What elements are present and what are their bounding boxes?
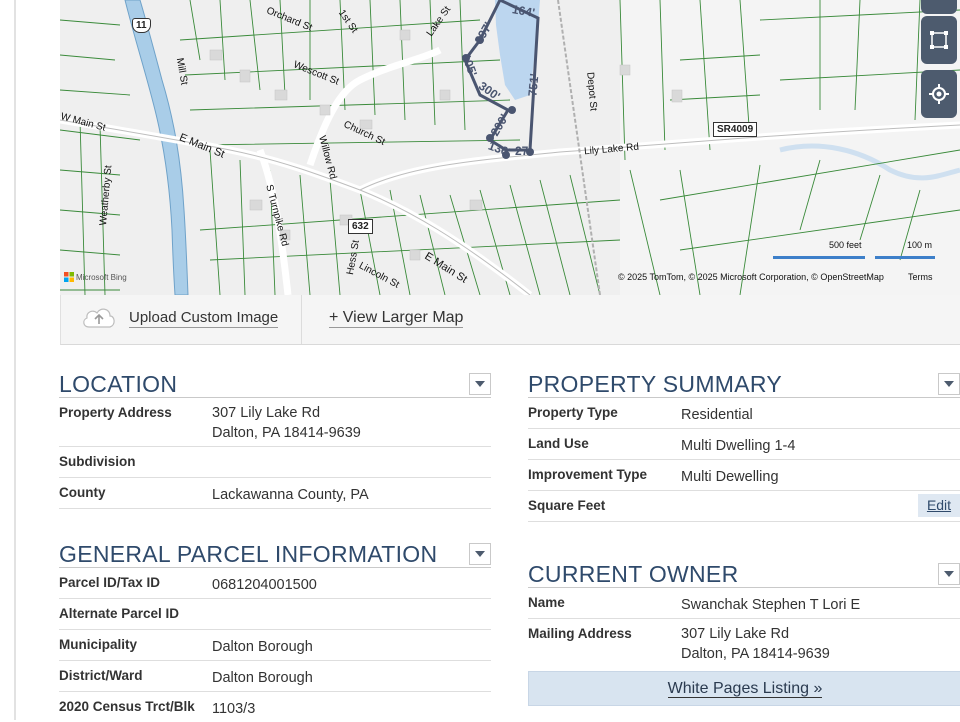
parcel-id-link[interactable]: 0681204001500 (212, 575, 317, 595)
county-row: County Lackawanna County, PA (59, 478, 491, 509)
map-draw-button[interactable] (921, 16, 957, 64)
current-owner-collapse-toggle[interactable] (938, 563, 960, 585)
view-larger-map-link[interactable]: + View Larger Map (329, 309, 464, 328)
scale-feet-label: 500 feet (829, 240, 862, 250)
parcel-section: GENERAL PARCEL INFORMATION Parcel ID/Tax… (59, 541, 491, 722)
municipality-row: Municipality Dalton Borough (59, 630, 491, 661)
improvement-type-value: Multi Dewelling (681, 469, 779, 485)
municipality-value: Dalton Borough (212, 639, 313, 655)
location-title: LOCATION (59, 371, 178, 397)
county-label: County (59, 485, 106, 500)
mailing-address-row: Mailing Address 307 Lily Lake Rd Dalton,… (528, 619, 960, 669)
property-address-line2: Dalton, PA 18414-9639 (212, 425, 361, 441)
land-use-value: Multi Dwelling 1-4 (681, 438, 796, 454)
alternate-parcel-id-row: Alternate Parcel ID (59, 599, 491, 630)
scale-bar-feet (773, 256, 865, 259)
square-feet-label: Square Feet (528, 498, 606, 513)
owner-name-label: Name (528, 595, 565, 610)
parcel-collapse-toggle[interactable] (469, 543, 491, 565)
improvement-type-label: Improvement Type (528, 467, 648, 482)
property-address-value: 307 Lily Lake Rd Dalton, PA 18414-9639 (212, 403, 361, 443)
district-ward-value: Dalton Borough (212, 670, 313, 686)
chevron-down-icon (944, 381, 954, 387)
owner-name-value: Swanchak Stephen T Lori E (681, 597, 861, 613)
square-feet-row: Square Feet Edit (528, 491, 960, 522)
property-address-row: Property Address 307 Lily Lake Rd Dalton… (59, 398, 491, 447)
district-ward-row: District/Ward Dalton Borough (59, 661, 491, 692)
map-terms-link[interactable]: Terms (908, 272, 933, 282)
parcel-map[interactable]: Orchard St 1st St Lake St Mill St Wescot… (60, 0, 960, 295)
upload-custom-image-label: Upload Custom Image (129, 308, 279, 328)
sr4009-shield: SR4009 (713, 122, 758, 137)
map-toolbar: Upload Custom Image + View Larger Map (60, 295, 960, 345)
draw-polygon-icon (930, 31, 948, 49)
subdivision-row: Subdivision (59, 447, 491, 478)
census-tract-label: 2020 Census Trct/Blk (59, 699, 195, 714)
property-summary-section: PROPERTY SUMMARY Property Type Residenti… (528, 371, 960, 522)
location-section: LOCATION Property Address 307 Lily Lake … (59, 371, 491, 509)
property-type-row: Property Type Residential (528, 398, 960, 429)
parcel-id-row: Parcel ID/Tax ID 0681204001500 (59, 568, 491, 599)
property-type-label: Property Type (528, 405, 618, 420)
land-use-row: Land Use Multi Dwelling 1-4 (528, 429, 960, 460)
map-locate-button[interactable] (921, 70, 957, 118)
mailing-address-line1: 307 Lily Lake Rd (681, 626, 790, 642)
microsoft-logo-icon (64, 272, 74, 282)
map-attribution: © 2025 TomTom, © 2025 Microsoft Corporat… (618, 272, 884, 282)
measurement-label: 27' (515, 144, 532, 158)
subdivision-label: Subdivision (59, 454, 136, 469)
property-summary-header: PROPERTY SUMMARY (528, 371, 960, 398)
upload-custom-image-button[interactable]: Upload Custom Image (81, 305, 279, 331)
current-owner-title: CURRENT OWNER (528, 561, 739, 587)
location-collapse-toggle[interactable] (469, 373, 491, 395)
route-632-shield: 632 (348, 219, 373, 234)
alternate-parcel-id-label: Alternate Parcel ID (59, 606, 180, 621)
property-address-label: Property Address (59, 405, 172, 420)
parcel-header: GENERAL PARCEL INFORMATION (59, 541, 491, 568)
mailing-address-line2: Dalton, PA 18414-9639 (681, 646, 830, 662)
measurement-label: 751' (525, 72, 542, 98)
location-header: LOCATION (59, 371, 491, 398)
route-11-shield: 11 (132, 18, 151, 33)
microsoft-bing-logo: Microsoft Bing (64, 272, 127, 282)
edit-square-feet-button[interactable]: Edit (918, 494, 960, 517)
property-summary-title: PROPERTY SUMMARY (528, 371, 783, 397)
current-owner-section: CURRENT OWNER Name Swanchak Stephen T Lo… (528, 561, 960, 669)
current-owner-header: CURRENT OWNER (528, 561, 960, 588)
district-ward-label: District/Ward (59, 668, 143, 683)
provider-label: Microsoft Bing (76, 272, 127, 282)
cloud-upload-icon (83, 308, 115, 328)
white-pages-listing-label: White Pages Listing » (667, 680, 823, 698)
property-summary-collapse-toggle[interactable] (938, 373, 960, 395)
scale-bar-meters (875, 256, 935, 259)
land-use-label: Land Use (528, 436, 589, 451)
toolbar-divider (301, 295, 302, 344)
parcel-id-label: Parcel ID/Tax ID (59, 575, 161, 590)
page-left-border (14, 0, 16, 720)
white-pages-listing-button[interactable]: White Pages Listing » (528, 671, 960, 706)
property-address-line1: 307 Lily Lake Rd (212, 405, 321, 421)
map-layers-button[interactable] (921, 0, 957, 14)
census-tract-value: 1103/3 (212, 701, 256, 717)
mailing-address-label: Mailing Address (528, 626, 632, 641)
chevron-down-icon (944, 571, 954, 577)
chevron-down-icon (475, 381, 485, 387)
locate-icon (929, 84, 949, 104)
scale-meters-label: 100 m (907, 240, 933, 250)
property-type-value: Residential (681, 407, 753, 423)
owner-name-row: Name Swanchak Stephen T Lori E (528, 588, 960, 619)
municipality-label: Municipality (59, 637, 138, 652)
chevron-down-icon (475, 551, 485, 557)
improvement-type-row: Improvement Type Multi Dewelling (528, 460, 960, 491)
mailing-address-value: 307 Lily Lake Rd Dalton, PA 18414-9639 (681, 624, 830, 664)
county-value: Lackawanna County, PA (212, 487, 369, 503)
census-tract-row: 2020 Census Trct/Blk 1103/3 (59, 692, 491, 722)
parcel-title: GENERAL PARCEL INFORMATION (59, 541, 438, 567)
